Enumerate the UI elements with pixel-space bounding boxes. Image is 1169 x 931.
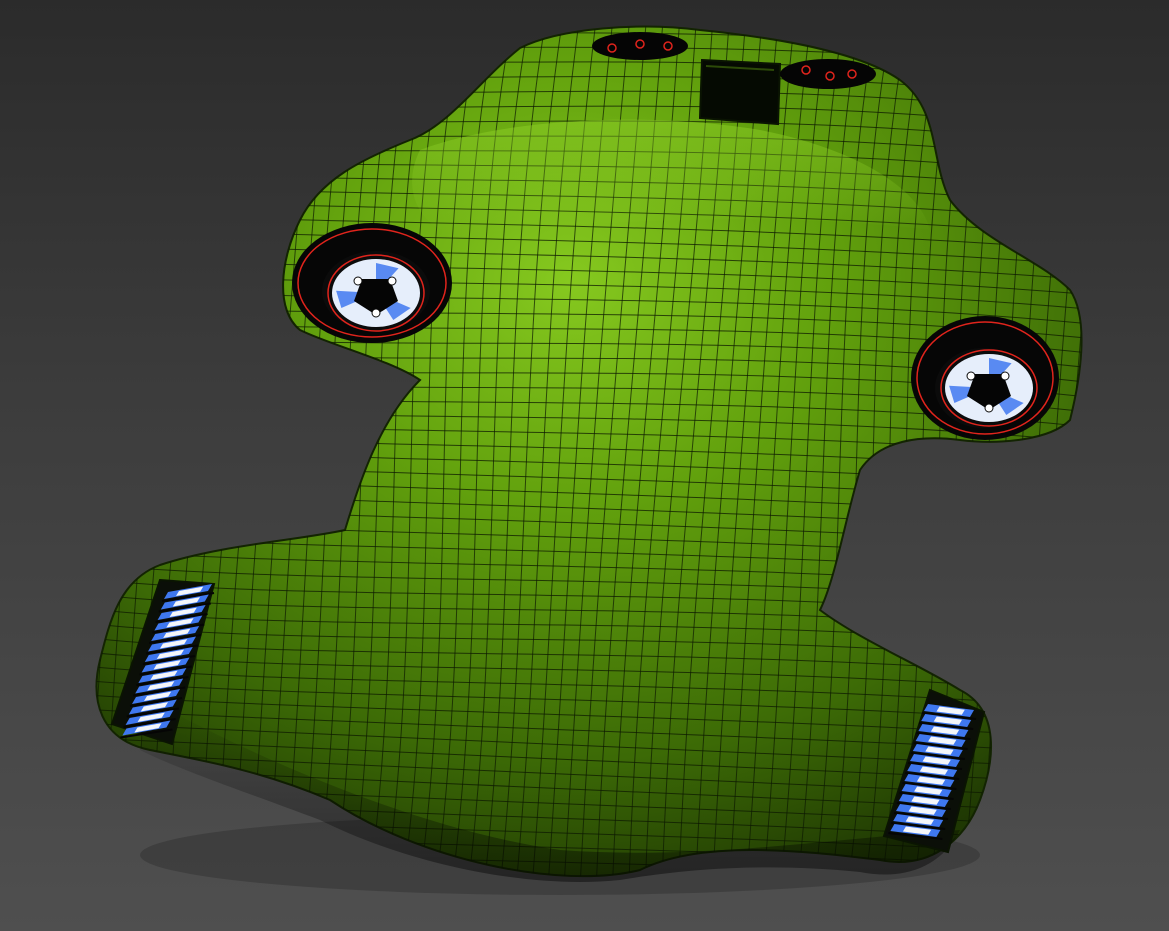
sensor-port-icon (780, 59, 876, 89)
3d-viewport[interactable] (0, 0, 1169, 931)
model-body (95, 25, 1083, 882)
top-intake-block (698, 58, 782, 126)
wireframe-model-render[interactable] (0, 0, 1169, 931)
thruster-port-icon (292, 223, 452, 343)
thruster-port-icon (911, 316, 1059, 440)
sensor-port-icon (592, 32, 688, 60)
